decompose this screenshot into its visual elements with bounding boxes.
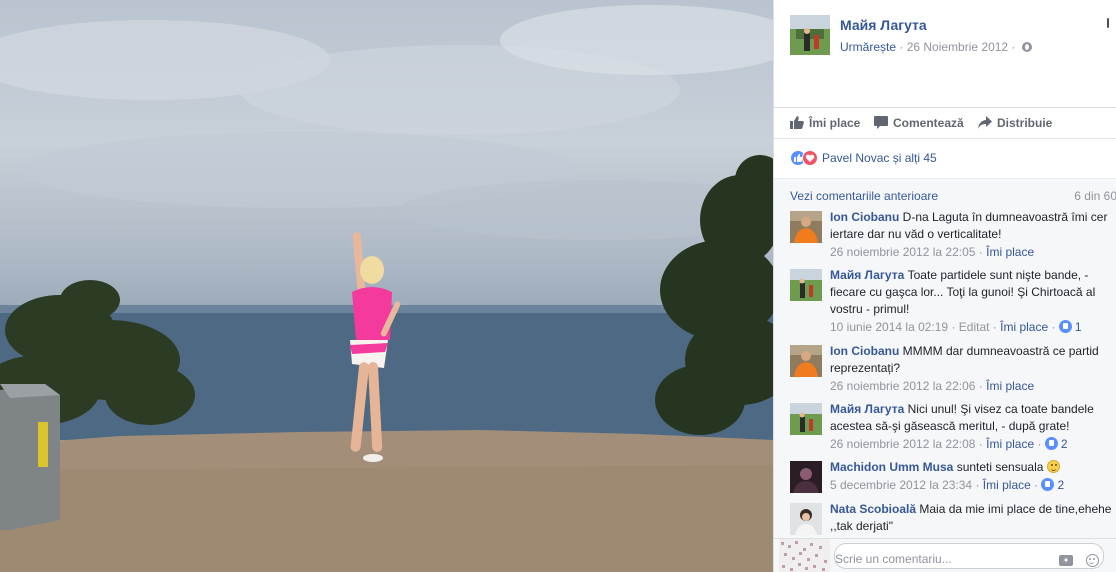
comment-item: Nata Scobioală Maia da mie imi place de … [790,501,1113,538]
comment-edited[interactable]: Editat [959,320,990,334]
comment-item: Machidon Umm Musa sunteti sensuala 5 dec… [790,459,1113,495]
thumbs-up-icon [790,116,804,129]
comment-like-link[interactable]: Îmi place [986,245,1034,259]
comment-like-link[interactable]: Îmi place [983,478,1031,492]
post-meta: Urmărește · 26 Noiembrie 2012 · [840,40,1032,54]
comment-item: Майя Лагута Nici unul! Şi visez ca toate… [790,401,1113,453]
comment-item: Ion Ciobanu D-na Laguta în dumneavoastră… [790,209,1113,261]
comment-meta: 26 noiembrie 2012 la 22:05 · Îmi place [830,245,1035,259]
comment-time[interactable]: 10 iunie 2014 la 02:19 [830,320,948,334]
commenter-name[interactable]: Майя Лагута [830,402,904,416]
comment-count: 6 din 60 [1074,189,1116,203]
action-bar: Îmi place Comentează Distribuie [774,107,1116,139]
comment-input-placeholder: Scrie un comentariu... [835,552,952,566]
like-icon [1041,478,1055,491]
commenter-name[interactable]: Ion Ciobanu [830,344,899,358]
commenter-avatar[interactable] [790,345,822,377]
comment-text: sunteti sensuala [953,460,1047,474]
comment-button[interactable]: Comentează [874,116,964,130]
author-name[interactable]: Майя Лагута [840,17,927,33]
comment-icon [874,116,888,129]
viewer-avatar [779,539,830,572]
globe-icon [1021,42,1032,52]
comment-composer: Scrie un comentariu... [774,538,1116,572]
comment-meta: 10 iunie 2014 la 02:19 · Editat · Îmi pl… [830,320,1082,334]
share-icon [978,116,992,129]
post-photo[interactable] [0,0,773,572]
comment-like-count[interactable]: 2 [1041,478,1064,492]
comments-section: Vezi comentariile anterioare 6 din 60 Io… [774,178,1116,538]
comment-like-link[interactable]: Îmi place [1000,320,1048,334]
reactions-text[interactable]: Pavel Novac și alți 45 [822,151,937,165]
post-date[interactable]: 26 Noiembrie 2012 [907,40,1008,54]
like-icon [1058,320,1072,333]
emoji-icon[interactable] [1086,554,1099,567]
camera-icon[interactable] [1059,555,1073,566]
comment-time[interactable]: 26 noiembrie 2012 la 22:06 [830,379,975,393]
reactions-summary[interactable]: Pavel Novac și alți 45 [790,150,937,166]
commenter-avatar[interactable] [790,211,822,243]
love-icon [802,150,818,166]
share-button[interactable]: Distribuie [978,116,1052,130]
commenter-avatar[interactable] [790,269,822,301]
commenter-avatar[interactable] [790,503,822,535]
smiley-emoji-icon [1046,460,1060,473]
comment-like-link[interactable]: Îmi place [986,437,1034,451]
author-avatar[interactable] [790,15,830,55]
commenter-avatar[interactable] [790,403,822,435]
comment-meta: 26 noiembrie 2012 la 22:08 · Îmi place ·… [830,437,1068,451]
post-header: Майя Лагута Urmărește · 26 Noiembrie 201… [790,15,1110,65]
comment-like-link[interactable]: Îmi place [986,379,1034,393]
comment-meta: 26 noiembrie 2012 la 22:06 · Îmi place [830,379,1035,393]
comment-like-count[interactable]: 2 [1044,437,1068,451]
comment-time[interactable]: 26 noiembrie 2012 la 22:08 [830,437,975,451]
comment-like-count[interactable]: 1 [1058,320,1082,334]
commenter-avatar[interactable] [790,461,822,493]
post-sidebar: Майя Лагута Urmărește · 26 Noiembrie 201… [773,0,1116,572]
view-previous-comments-link[interactable]: Vezi comentariile anterioare [790,189,938,203]
comment-item: Ion Ciobanu MMMM dar dumneavoastră ce pa… [790,343,1113,395]
commenter-name[interactable]: Майя Лагута [830,268,904,282]
scroll-handle[interactable] [1104,18,1112,28]
commenter-name[interactable]: Machidon Umm Musa [830,460,953,474]
comment-item: Майя Лагута Toate partidele sunt nişte b… [790,267,1113,337]
like-icon [1044,437,1058,450]
commenter-name[interactable]: Nata Scobioală [830,502,916,516]
like-button[interactable]: Îmi place [790,116,860,130]
comment-time[interactable]: 26 noiembrie 2012 la 22:05 [830,245,975,259]
comment-input[interactable]: Scrie un comentariu... [834,543,1104,569]
follow-link[interactable]: Urmărește [840,40,896,54]
photo-scene [0,5,773,572]
comment-meta: 5 decembrie 2012 la 23:34 · Îmi place · … [830,478,1065,492]
commenter-name[interactable]: Ion Ciobanu [830,210,899,224]
comment-time[interactable]: 5 decembrie 2012 la 23:34 [830,478,972,492]
